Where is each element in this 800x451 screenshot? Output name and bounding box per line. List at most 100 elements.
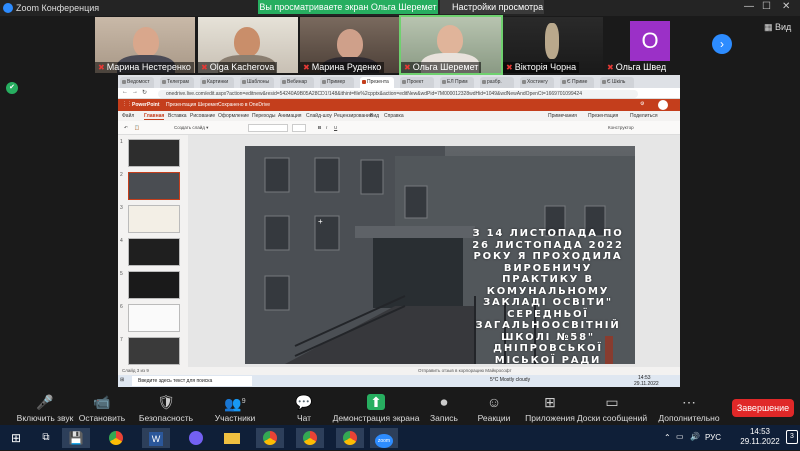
browser-tab[interactable]: Прoект xyxy=(400,77,434,88)
network-icon[interactable]: ▭ xyxy=(676,432,684,441)
app-launcher-icon[interactable]: ⋮⋮ xyxy=(122,101,132,107)
slide-thumbnail[interactable] xyxy=(128,304,180,332)
new-slide-button[interactable]: Создать слайд ▾ xyxy=(174,125,208,131)
browser-tab[interactable]: Ведомост xyxy=(120,77,154,88)
chrome-icon[interactable] xyxy=(336,428,364,448)
designer-button[interactable]: Конструктор xyxy=(608,125,634,130)
browser-tab[interactable]: ЕЛ Прим xyxy=(440,77,474,88)
ribbon-tab[interactable]: Оформление xyxy=(218,113,249,119)
avatar[interactable] xyxy=(658,100,668,110)
view-options-button[interactable]: Настройки просмотра ⌄ xyxy=(440,0,544,26)
chrome-icon[interactable] xyxy=(296,428,324,448)
slide-thumbnail[interactable] xyxy=(128,271,180,299)
ribbon-tab[interactable]: Анимация xyxy=(278,113,301,119)
browser-tab[interactable]: Шаблоны xyxy=(240,77,274,88)
notifications-icon[interactable]: 3 xyxy=(786,430,798,444)
volume-icon[interactable]: 🔊 xyxy=(690,432,700,441)
toolbar-button[interactable]: 💬 Чат xyxy=(282,389,326,425)
clock-date: 29.11.2022 xyxy=(740,437,780,446)
italic-button[interactable]: I xyxy=(326,125,327,130)
toolbar-button[interactable]: ⬆ Демонстрация экрана xyxy=(330,389,422,425)
encryption-shield-icon[interactable]: ✔ xyxy=(6,82,18,94)
participant-tile-active[interactable]: ✖ Ольга Шеремет xyxy=(399,15,503,75)
task-view-icon[interactable]: ⧉ xyxy=(32,428,60,448)
ribbon-tab[interactable]: Главная xyxy=(144,113,165,120)
view-button[interactable]: ▦ Вид xyxy=(764,22,791,33)
slide-thumbnail[interactable] xyxy=(128,337,180,365)
toolbar-button[interactable]: 📹Остановить видео xyxy=(66,389,138,433)
settings-icon[interactable]: ⚙ xyxy=(640,101,644,107)
slide-thumbnail[interactable] xyxy=(128,205,180,233)
close-icon[interactable]: ✕ xyxy=(782,1,790,12)
present-button[interactable]: Презентация xyxy=(588,113,618,119)
toolbar-button[interactable]: ▭ Доски сообщений xyxy=(576,389,648,425)
cursor-icon: + xyxy=(318,217,323,226)
ribbon-tab[interactable]: Переходы xyxy=(252,113,275,119)
browser-tab[interactable]: Картинки xyxy=(200,77,234,88)
mic-off-icon: ✖ xyxy=(303,63,310,72)
browser-tab[interactable]: Презента xyxy=(360,77,394,88)
word-icon[interactable]: W xyxy=(142,428,170,448)
zoom-app-icon[interactable]: zoom xyxy=(370,428,398,448)
participant-tile[interactable]: O ✖ Ольга Швед xyxy=(604,17,704,73)
forward-icon[interactable]: → xyxy=(132,89,138,95)
toolbar-button[interactable]: ☺ Реакции xyxy=(472,389,516,425)
comments-button[interactable]: Примечания xyxy=(548,113,577,119)
folder-icon[interactable] xyxy=(218,428,246,448)
participant-tile[interactable]: ✖ Olga Kacherova xyxy=(198,17,298,73)
browser-tab[interactable]: Хостингу xyxy=(520,77,554,88)
toolbar-button[interactable]: 👥9 Участники xyxy=(210,389,260,425)
ribbon-tab[interactable]: Рецензирование xyxy=(334,113,373,119)
feedback-link[interactable]: Отправить отзыв в корпорацию Майкрософт xyxy=(418,368,512,373)
slide-thumbnail[interactable] xyxy=(128,172,180,200)
browser-tab[interactable]: разбр. xyxy=(480,77,514,88)
mic-off-icon: ✖ xyxy=(201,63,208,72)
end-meeting-button[interactable]: Завершение xyxy=(732,399,794,417)
viber-icon[interactable] xyxy=(182,428,210,448)
browser-tab[interactable]: Пример xyxy=(320,77,354,88)
ribbon-tab[interactable]: Справка xyxy=(384,113,404,119)
toolbar-button[interactable]: ⏺ Запись xyxy=(424,389,464,425)
ribbon-tab[interactable]: Вставка xyxy=(168,113,187,119)
ribbon-tab[interactable]: Файл xyxy=(122,113,134,119)
taskbar-clock[interactable]: 14:53 29.11.2022 xyxy=(735,427,785,447)
maximize-icon[interactable]: ☐ xyxy=(762,1,771,12)
input-language[interactable]: РУС xyxy=(705,433,721,442)
chrome-icon[interactable] xyxy=(102,428,130,448)
undo-icon[interactable]: ↶ xyxy=(124,125,128,131)
next-page-button[interactable]: › xyxy=(712,34,732,54)
browser-tab[interactable]: Вебинар xyxy=(280,77,314,88)
browser-tab[interactable]: Є Шкіль xyxy=(600,77,634,88)
minimize-icon[interactable]: — xyxy=(744,1,754,12)
slide-title-text[interactable]: З 14 ЛИСТОПАДА ПО 26 ЛИСТОПАДА 2022 РОКУ… xyxy=(465,228,631,364)
font-size-input[interactable] xyxy=(292,124,306,132)
participant-tile[interactable]: ✖ Вікторія Чорна xyxy=(503,17,603,73)
ribbon-tab[interactable]: Вид xyxy=(370,113,379,119)
slide-thumbnail[interactable] xyxy=(128,238,180,266)
toolbar-button[interactable]: ⋯ Дополнительно xyxy=(650,389,728,425)
url-field[interactable]: onedrive.live.com/edit.aspx?action=editn… xyxy=(158,90,638,98)
save-app-icon[interactable]: 💾 xyxy=(62,428,90,448)
bold-button[interactable]: B xyxy=(318,125,321,130)
toolbar-label: Доски сообщений xyxy=(576,413,648,423)
browser-tab[interactable]: Є Приме xyxy=(560,77,594,88)
underline-button[interactable]: U xyxy=(334,125,337,130)
reload-icon[interactable]: ↻ xyxy=(142,89,147,96)
paste-icon[interactable]: 📋 xyxy=(134,125,140,131)
back-icon[interactable]: ← xyxy=(122,89,128,95)
participant-tile[interactable]: ✖ Марина Нестеренко xyxy=(95,17,195,73)
font-name-input[interactable] xyxy=(248,124,288,132)
slide-canvas[interactable]: З 14 ЛИСТОПАДА ПО 26 ЛИСТОПАДА 2022 РОКУ… xyxy=(245,146,635,364)
toolbar-button[interactable]: 🛡 Безопасность xyxy=(138,389,194,425)
chrome-icon[interactable] xyxy=(256,428,284,448)
browser-tab[interactable]: Телеграм xyxy=(160,77,194,88)
tray-chevron-icon[interactable]: ⌃ xyxy=(664,433,671,442)
document-name[interactable]: Презентация Шеремет xyxy=(166,102,219,108)
toolbar-button[interactable]: ⊞ Приложения xyxy=(520,389,580,425)
slide-thumbnail[interactable] xyxy=(128,139,180,167)
share-button[interactable]: Поделиться xyxy=(630,113,658,119)
windows-start-icon[interactable]: ⊞ xyxy=(2,428,30,448)
participant-tile[interactable]: ✖ Марина Руденко xyxy=(300,17,400,73)
ribbon-tab[interactable]: Слайд-шоу xyxy=(306,113,332,119)
ribbon-tab[interactable]: Рисование xyxy=(190,113,215,119)
